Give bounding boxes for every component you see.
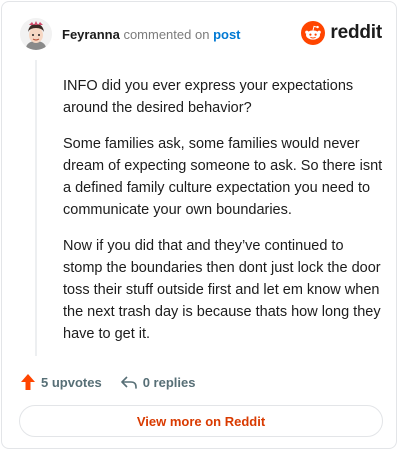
- thread-line: [35, 60, 37, 356]
- reddit-comment-embed-card: Feyranna commented on post reddit INFO d…: [1, 1, 397, 449]
- replies-label: 0 replies: [142, 374, 196, 390]
- comment-paragraph: INFO did you ever express your expectati…: [63, 78, 354, 116]
- commented-on-text: commented on: [123, 27, 210, 42]
- avatar-illustration-icon: [20, 18, 52, 50]
- reply-arrow-icon: [120, 376, 137, 389]
- user-avatar[interactable]: [20, 18, 52, 50]
- reddit-logo[interactable]: reddit: [301, 21, 382, 45]
- comment-header: Feyranna commented on post reddit: [20, 16, 382, 52]
- comment-paragraph: Now if you did that and they’ve continue…: [63, 238, 381, 342]
- comment-byline: Feyranna commented on post: [62, 27, 241, 42]
- comment-body: INFO did you ever express your expectati…: [63, 75, 383, 359]
- replies-count[interactable]: 0 replies: [120, 374, 196, 390]
- comment-paragraph: Some families ask, some families would n…: [63, 136, 383, 218]
- upvote-arrow-icon: [21, 374, 35, 390]
- upvotes-count[interactable]: 5 upvotes: [20, 373, 102, 391]
- post-link[interactable]: post: [213, 27, 240, 42]
- comment-footer: 5 upvotes 0 replies: [20, 371, 213, 393]
- username-link[interactable]: Feyranna: [62, 27, 120, 42]
- upvotes-label: 5 upvotes: [41, 374, 102, 390]
- view-more-on-reddit-button[interactable]: View more on Reddit: [19, 405, 383, 437]
- reddit-snoo-icon: [301, 21, 326, 45]
- reddit-wordmark: reddit: [330, 22, 382, 43]
